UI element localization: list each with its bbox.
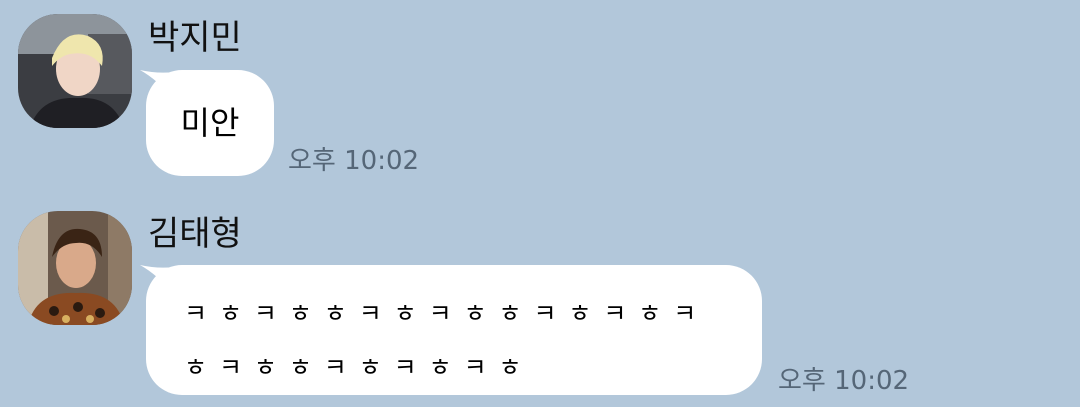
- message-text-line: ㅎ ㅋ ㅎ ㅎ ㅋ ㅎ ㅋ ㅎ ㅋ ㅎ: [184, 353, 524, 382]
- message-text-line: ㅋ ㅎ ㅋ ㅎ ㅎ ㅋ ㅎ ㅋ ㅎ ㅎ ㅋ ㅎ ㅋ ㅎ ㅋ: [184, 299, 699, 328]
- sender-avatar-2[interactable]: [18, 211, 132, 325]
- sender-avatar-1[interactable]: [18, 14, 132, 128]
- avatar-photo-icon: [18, 14, 132, 128]
- avatar-photo-icon: [18, 211, 132, 325]
- sender-name-1: 박지민: [148, 18, 242, 58]
- sender-name-2: 김태형: [148, 214, 242, 254]
- message-time-1: 오후 10:02: [288, 146, 420, 176]
- message-bubble-2[interactable]: ㅋ ㅎ ㅋ ㅎ ㅎ ㅋ ㅎ ㅋ ㅎ ㅎ ㅋ ㅎ ㅋ ㅎ ㅋ ㅎ ㅋ ㅎ ㅎ ㅋ …: [146, 265, 762, 395]
- message-time-2: 오후 10:02: [778, 366, 910, 396]
- message-bubble-1[interactable]: 미안: [146, 70, 274, 176]
